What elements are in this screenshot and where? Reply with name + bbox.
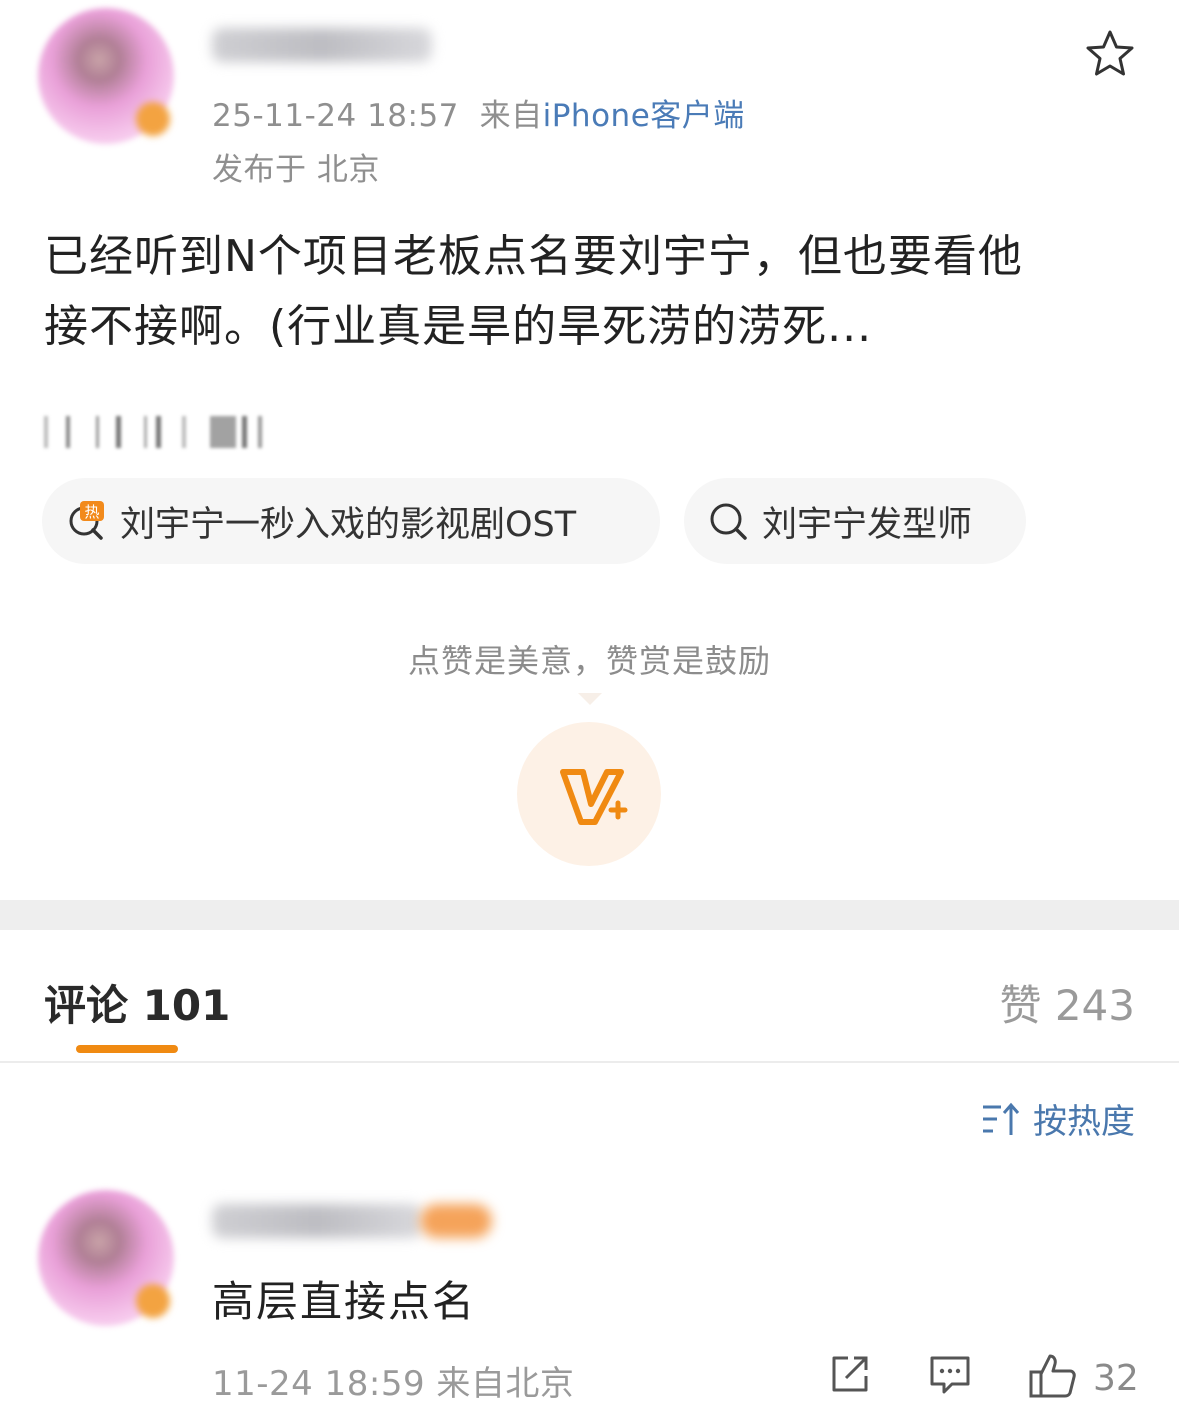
comment-meta: 11-24 18:59 来自北京 (212, 1364, 575, 1404)
reward-tip-caret (578, 693, 602, 705)
search-icon (708, 501, 748, 541)
sort-toggle[interactable]: 按热度 (981, 1094, 1135, 1143)
reward-button[interactable] (517, 722, 661, 866)
share-icon[interactable] (828, 1352, 872, 1396)
topic-chip-hot-label: 刘宇宁一秒入戏的影视剧OST (120, 504, 577, 545)
like-thumb-icon[interactable] (1028, 1352, 1078, 1400)
comment-reply-icon[interactable] (928, 1352, 972, 1396)
comment-like-count: 32 (1093, 1358, 1139, 1399)
sort-label: 按热度 (1033, 1102, 1135, 1142)
comment-body: 高层直接点名 (212, 1277, 477, 1326)
header-divider (0, 1061, 1179, 1063)
avatar-badge (136, 1284, 170, 1318)
tab-active-indicator (76, 1045, 178, 1053)
section-divider (0, 900, 1179, 930)
sort-icon (983, 1102, 1020, 1135)
post-body-line-1: 已经听到N个项目老板点名要刘宇宁，但也要看他 (44, 231, 1023, 282)
blurred-attachment-strip (44, 416, 262, 448)
favorite-star-icon[interactable] (1084, 28, 1136, 80)
topic-chip-search-label: 刘宇宁发型师 (762, 504, 973, 545)
reward-tip: 点赞是美意，赞赏是鼓励 (407, 642, 771, 680)
post-body: 已经听到N个项目老板点名要刘宇宁，但也要看他 接不接啊。(行业真是旱的旱死涝的涝… (44, 222, 1144, 362)
tab-comments[interactable]: 评论 101 (44, 972, 230, 1033)
topic-chip-hot[interactable]: 热 刘宇宁一秒入戏的影视剧OST (42, 478, 660, 564)
topic-chip-search[interactable]: 刘宇宁发型师 (684, 478, 1026, 564)
post-author-name-blurred[interactable] (212, 28, 432, 62)
svg-text:热: 热 (84, 503, 99, 521)
tab-likes[interactable]: 赞 243 (999, 972, 1135, 1033)
post-author-avatar[interactable] (38, 8, 174, 144)
v-plus-reward-icon (560, 769, 628, 825)
comment-author-badge-blurred (420, 1204, 492, 1238)
post-source-link[interactable]: iPhone客户端 (543, 98, 745, 134)
post-meta-line: 25-11-24 18:57 来自iPhone客户端 (212, 90, 745, 135)
comment-author-avatar[interactable] (38, 1190, 174, 1326)
post-body-line-2: 接不接啊。(行业真是旱的旱死涝的涝死... (44, 301, 873, 352)
comment-author-name-blurred[interactable] (212, 1204, 422, 1238)
hot-search-icon: 热 (66, 501, 106, 541)
post-timestamp: 25-11-24 18:57 (212, 98, 459, 134)
post-location: 发布于 北京 (212, 152, 380, 188)
avatar-badge (136, 102, 170, 136)
post-source-prefix: 来自 (479, 98, 543, 134)
